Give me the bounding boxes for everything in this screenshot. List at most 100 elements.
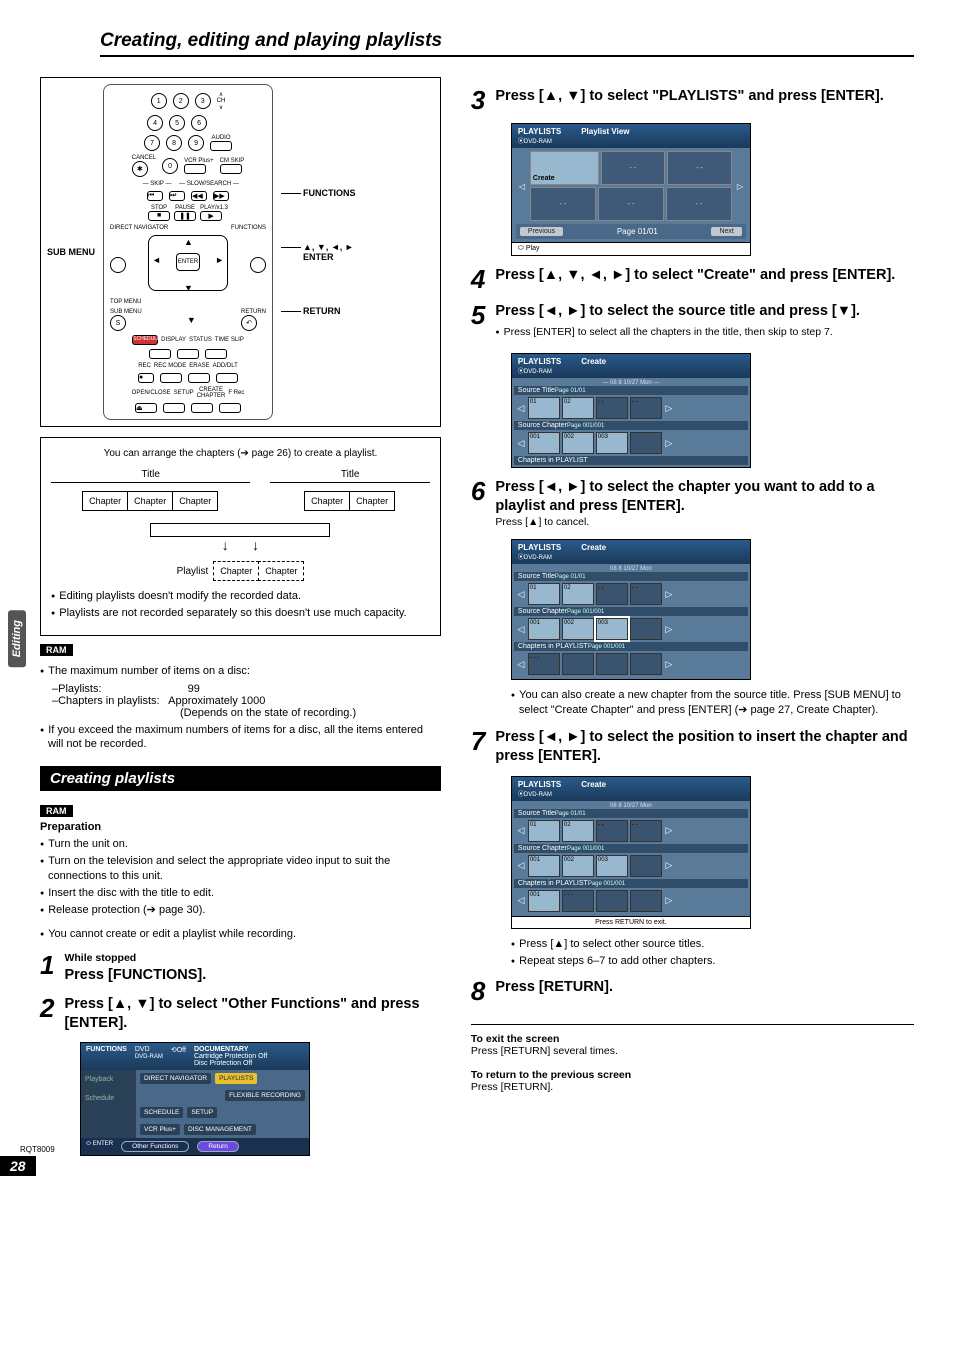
osd-btn-flex: FLEXIBLE RECORDING <box>225 1090 305 1101</box>
osd-c-create: Create <box>581 543 606 561</box>
osd-c-create: Create <box>581 357 606 375</box>
step3: Press [▲, ▼] to select "PLAYLISTS" and p… <box>495 87 914 113</box>
osd-pv-page: Page 01/01 <box>617 227 658 236</box>
step-number: 5 <box>471 302 485 343</box>
label-return: RETURN <box>281 306 356 316</box>
step-number: 4 <box>471 266 485 292</box>
page-number: 28 <box>0 1156 36 1176</box>
osd-func-title: FUNCTIONS <box>86 1046 127 1067</box>
exit-t1: Press [RETURN] several times. <box>471 1045 914 1057</box>
explain-point: Editing playlists doesn't modify the rec… <box>51 589 430 604</box>
osd-func-doc: DOCUMENTARY <box>194 1046 267 1053</box>
osd-return-note: Press RETURN to exit. <box>512 916 750 928</box>
osd-src-title: Source Title <box>518 387 555 394</box>
osd-btn-dm: DISC MANAGEMENT <box>184 1124 256 1135</box>
prep-label: Preparation <box>40 821 441 833</box>
step7-note1: Press [▲] to select other source titles. <box>511 937 914 952</box>
chapter-cell: Chapter <box>172 491 218 511</box>
pl-chapter: Chapter <box>213 561 259 581</box>
osd-func-cart: Cartridge Protection Off <box>194 1053 267 1060</box>
ram-pl-label: –Playlists: <box>52 683 102 695</box>
exit-h2: To return to the previous screen <box>471 1069 914 1081</box>
prep-item: Insert the disc with the title to edit. <box>40 886 441 901</box>
step-number: 7 <box>471 728 485 766</box>
osd-pv-view: Playlist View <box>581 127 629 145</box>
osd-func-ram: DVD-RAM <box>135 1054 163 1060</box>
osd-pv-title: PLAYLISTS <box>518 127 561 136</box>
osd-btn-return: Return <box>197 1141 239 1152</box>
chapter-cell: Chapter <box>82 491 128 511</box>
step7-note2: Repeat steps 6–7 to add other chapters. <box>511 954 914 969</box>
thumb: 002 <box>562 432 594 454</box>
osd-in-pl: Chapters in PLAYLIST <box>514 456 748 465</box>
step-number: 3 <box>471 87 485 113</box>
step4: Press [▲, ▼, ◄, ►] to select "Create" an… <box>495 266 914 292</box>
osd-src-chapter: Source Chapter <box>518 422 567 429</box>
osd-create-3: PLAYLISTS ⦿DVD-RAM Create 08 8 10/27 Mon… <box>511 776 751 929</box>
page-title: Creating, editing and playing playlists <box>100 30 914 57</box>
exit-h1: To exit the screen <box>471 1033 914 1045</box>
ram-line2: If you exceed the maximum numbers of ite… <box>40 723 441 753</box>
step-number: 6 <box>471 478 485 529</box>
exit-block: To exit the screen Press [RETURN] severa… <box>471 1024 914 1093</box>
osd-pv-create: Create <box>530 151 599 185</box>
step8: Press [RETURN]. <box>495 978 914 1004</box>
step1: Press [FUNCTIONS]. <box>64 966 440 985</box>
osd-btn-setup: SETUP <box>187 1107 217 1118</box>
osd-create-1: PLAYLISTS ⦿DVD-RAM Create — 08 8 10/27 M… <box>511 353 751 468</box>
osd-pv-prev: Previous <box>520 227 563 236</box>
prep-item: Turn on the television and select the ap… <box>40 854 441 884</box>
osd-functions: FUNCTIONS DVD DVD-RAM ⟲Off DOCUMENTARY C… <box>80 1042 310 1156</box>
title-label: Title <box>270 469 430 480</box>
explain-box: You can arrange the chapters (➔ page 26)… <box>40 437 441 636</box>
osd-btn-dn: DIRECT NAVIGATOR <box>140 1073 211 1084</box>
label-functions: FUNCTIONS <box>281 188 356 198</box>
ram-ch-label: –Chapters in playlists: <box>52 695 160 707</box>
label-sub-menu: SUB MENU <box>47 247 95 257</box>
step5: Press [◄, ►] to select the source title … <box>495 303 860 319</box>
chapter-cell: Chapter <box>349 491 395 511</box>
osd-func-dvd: DVD <box>135 1046 150 1053</box>
ram-pl-val: 99 <box>188 683 200 695</box>
title-label: Title <box>51 469 250 480</box>
osd-btn-pl: PLAYLISTS <box>215 1073 257 1084</box>
prep-item: Release protection (➔ page 30). <box>40 903 441 918</box>
explain-intro: You can arrange the chapters (➔ page 26)… <box>51 448 430 459</box>
osd-c-title: PLAYLISTS <box>518 357 561 366</box>
remote-diagram: SUB MENU 123 ∧CH∨ 456 789 AUDIO CANCEL <box>40 77 441 427</box>
osd-side-playback: Playback <box>81 1070 136 1089</box>
thumb: 02 <box>562 397 594 419</box>
osd-pv-ram: DVD-RAM <box>524 139 552 145</box>
osd-c-title: PLAYLISTS <box>518 543 561 552</box>
osd-func-discprot: Disc Protection Off <box>194 1060 267 1067</box>
ram-badge: RAM <box>40 644 73 656</box>
osd-func-off: Off <box>177 1047 186 1054</box>
step5-sub: Press [ENTER] to select all the chapters… <box>495 325 914 339</box>
side-tab: Editing <box>8 610 26 667</box>
step6-note: You can also create a new chapter from t… <box>511 688 914 718</box>
step7: Press [◄, ►] to select the position to i… <box>495 728 914 766</box>
thumb: 01 <box>528 397 560 419</box>
osd-pv-next: Next <box>711 227 741 236</box>
step-number: 8 <box>471 978 485 1004</box>
step6-sub: Press [▲] to cancel. <box>495 516 914 530</box>
osd-playlist-view: PLAYLISTS ⦿DVD-RAM Playlist View ◁ Creat… <box>511 123 751 256</box>
osd-c-ram: DVD-RAM <box>524 555 552 561</box>
osd-page: Page 001/001 <box>567 423 608 429</box>
step2: Press [▲, ▼] to select "Other Functions"… <box>64 995 440 1033</box>
section-header: Creating playlists <box>40 766 441 791</box>
playlist-label: Playlist <box>177 566 209 577</box>
explain-point: Playlists are not recorded separately so… <box>51 606 430 621</box>
osd-btn-vcr: VCR Plus+ <box>140 1124 180 1135</box>
osd-c-ram: DVD-RAM <box>524 369 552 375</box>
step6: Press [◄, ►] to select the chapter you w… <box>495 479 874 514</box>
osd-btn-sched: SCHEDULE <box>140 1107 183 1118</box>
step1-pre: While stopped <box>64 952 440 966</box>
osd-enter: ENTER <box>93 1141 113 1147</box>
footer-code: RQT8009 <box>20 1145 55 1154</box>
exit-t2: Press [RETURN]. <box>471 1081 914 1093</box>
chapter-cell: Chapter <box>127 491 173 511</box>
osd-pv-play: ⬭ Play <box>512 242 750 255</box>
ram-ch-note: (Depends on the state of recording.) <box>180 707 356 719</box>
ram-badge: RAM <box>40 805 73 817</box>
